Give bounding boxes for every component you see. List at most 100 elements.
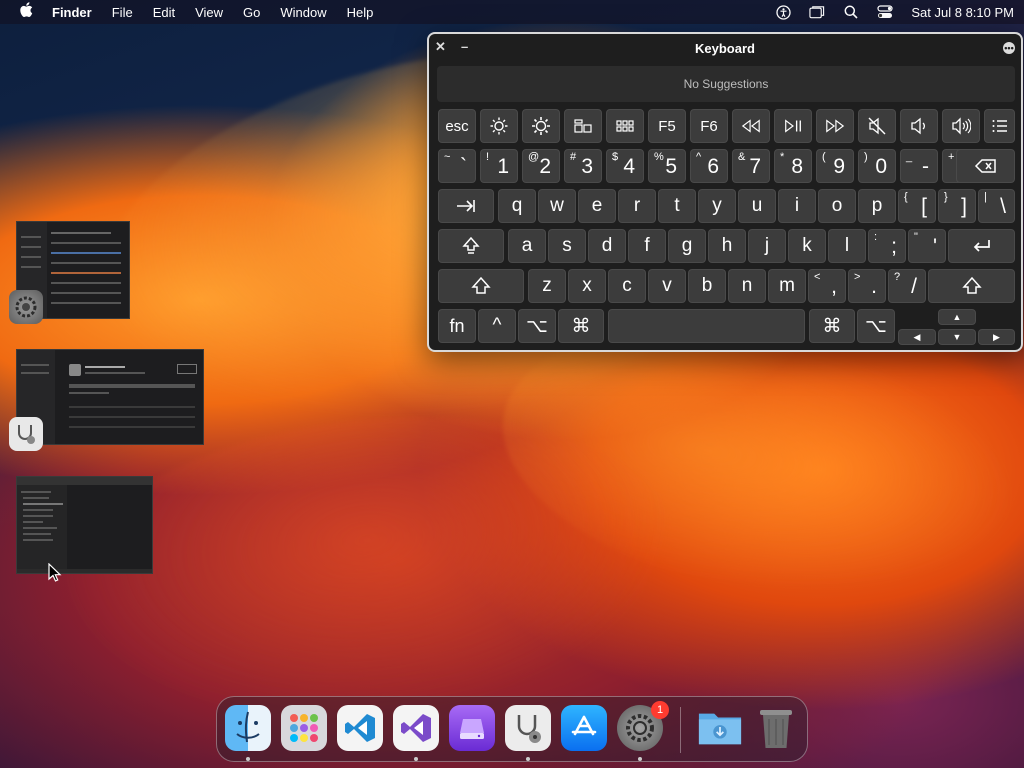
key-e[interactable]: e xyxy=(578,189,616,223)
key-left-command[interactable]: ⌘ xyxy=(558,309,604,343)
key-s[interactable]: s xyxy=(548,229,586,263)
key-mute[interactable] xyxy=(858,109,896,143)
key-rewind[interactable] xyxy=(732,109,770,143)
key-o[interactable]: o xyxy=(818,189,856,223)
key-left-option[interactable]: ⌥ xyxy=(518,309,556,343)
key-t[interactable]: t xyxy=(658,189,696,223)
key-return[interactable] xyxy=(948,229,1015,263)
dock-visual-studio[interactable] xyxy=(393,705,439,751)
key-h[interactable]: h xyxy=(708,229,746,263)
dock-launchpad[interactable] xyxy=(281,705,327,751)
key-g[interactable]: g xyxy=(668,229,706,263)
menubar-clock[interactable]: Sat Jul 8 8:10 PM xyxy=(911,5,1014,20)
key-brightness-down[interactable] xyxy=(480,109,518,143)
key-r[interactable]: r xyxy=(618,189,656,223)
key-volume-down[interactable] xyxy=(900,109,938,143)
menu-file[interactable]: File xyxy=(102,5,143,20)
dock-drive-app[interactable] xyxy=(449,705,495,751)
key-space[interactable] xyxy=(608,309,805,343)
key-1[interactable]: ! 1 xyxy=(480,149,518,183)
dock-system-settings[interactable]: 1 xyxy=(617,701,669,751)
key-c[interactable]: c xyxy=(608,269,646,303)
key-control[interactable]: ^ xyxy=(478,309,516,343)
menu-app-name[interactable]: Finder xyxy=(42,5,102,20)
key-caps-lock[interactable] xyxy=(438,229,504,263)
key-left-shift[interactable] xyxy=(438,269,524,303)
key-left-bracket[interactable]: {[ xyxy=(898,189,936,223)
dock-finder[interactable] xyxy=(225,705,271,751)
key-mission-control[interactable] xyxy=(564,109,602,143)
key-fn[interactable]: fn xyxy=(438,309,476,343)
key-slash[interactable]: ? / xyxy=(888,269,926,303)
key-x[interactable]: x xyxy=(568,269,606,303)
key-launchpad[interactable] xyxy=(606,109,644,143)
key-m[interactable]: m xyxy=(768,269,806,303)
menu-go[interactable]: Go xyxy=(233,5,270,20)
dock-vscode[interactable] xyxy=(337,705,383,751)
key-z[interactable]: z xyxy=(528,269,566,303)
key-n[interactable]: n xyxy=(728,269,766,303)
key-i[interactable]: i xyxy=(778,189,816,223)
key-period[interactable]: >. xyxy=(848,269,886,303)
search-icon[interactable] xyxy=(843,4,859,20)
key-minus[interactable]: _ - xyxy=(900,149,938,183)
more-options-icon[interactable]: ••• xyxy=(1003,42,1015,54)
key-volume-up[interactable] xyxy=(942,109,980,143)
key-esc[interactable]: esc xyxy=(438,109,476,143)
key-semicolon[interactable]: :; xyxy=(868,229,906,263)
control-center-icon[interactable] xyxy=(877,4,893,20)
close-icon[interactable]: ✕ xyxy=(435,40,446,54)
stage-thumbnail-editor[interactable] xyxy=(16,476,153,574)
key-arrow-right[interactable]: ▶ xyxy=(978,329,1015,345)
key-q[interactable]: q xyxy=(498,189,536,223)
key-a[interactable]: a xyxy=(508,229,546,263)
window-icon[interactable] xyxy=(809,4,825,20)
key-v[interactable]: v xyxy=(648,269,686,303)
keyboard-viewer-window[interactable]: ✕ – Keyboard ••• No Suggestions esc F5 F… xyxy=(427,32,1023,352)
key-w[interactable]: w xyxy=(538,189,576,223)
key-3[interactable]: #3 xyxy=(564,149,602,183)
key-f[interactable]: f xyxy=(628,229,666,263)
key-quote[interactable]: " ' xyxy=(908,229,946,263)
dock-trash[interactable] xyxy=(753,705,799,751)
key-b[interactable]: b xyxy=(688,269,726,303)
accessibility-icon[interactable] xyxy=(775,4,791,20)
key-play-pause[interactable] xyxy=(774,109,812,143)
menu-help[interactable]: Help xyxy=(337,5,384,20)
key-brightness-up[interactable] xyxy=(522,109,560,143)
key-4[interactable]: $4 xyxy=(606,149,644,183)
key-6[interactable]: ^ 6 xyxy=(690,149,728,183)
menu-window[interactable]: Window xyxy=(270,5,336,20)
key-y[interactable]: y xyxy=(698,189,736,223)
key-5[interactable]: % 5 xyxy=(648,149,686,183)
dock-downloads[interactable] xyxy=(697,705,743,751)
key-fast-forward[interactable] xyxy=(816,109,854,143)
key-l[interactable]: l xyxy=(828,229,866,263)
key-8[interactable]: * 8 xyxy=(774,149,812,183)
menu-edit[interactable]: Edit xyxy=(143,5,185,20)
key-k[interactable]: k xyxy=(788,229,826,263)
key-9[interactable]: (9 xyxy=(816,149,854,183)
dock-disk-utility[interactable] xyxy=(505,705,551,751)
key-7[interactable]: & 7 xyxy=(732,149,770,183)
key-arrow-down[interactable]: ▼ xyxy=(938,329,976,345)
key-right-option[interactable]: ⌥ xyxy=(857,309,895,343)
stage-thumbnail-disk-utility[interactable] xyxy=(16,349,204,445)
key-delete[interactable] xyxy=(956,149,1015,183)
key-p[interactable]: p xyxy=(858,189,896,223)
key-j[interactable]: j xyxy=(748,229,786,263)
key-0[interactable]: ) 0 xyxy=(858,149,896,183)
key-right-bracket[interactable]: }] xyxy=(938,189,976,223)
key-arrow-left[interactable]: ◀ xyxy=(898,329,936,345)
key-backslash[interactable]: | \ xyxy=(978,189,1015,223)
key-2[interactable]: @2 xyxy=(522,149,560,183)
apple-logo-icon[interactable] xyxy=(10,2,42,22)
key-grave[interactable]: ~ ` xyxy=(438,149,476,183)
key-tab[interactable] xyxy=(438,189,494,223)
minimize-icon[interactable]: – xyxy=(461,40,468,54)
key-dictation[interactable] xyxy=(984,109,1015,143)
key-arrow-up[interactable]: ▲ xyxy=(938,309,976,325)
key-f6[interactable]: F6 xyxy=(690,109,728,143)
key-right-command[interactable]: ⌘ xyxy=(809,309,855,343)
menu-view[interactable]: View xyxy=(185,5,233,20)
